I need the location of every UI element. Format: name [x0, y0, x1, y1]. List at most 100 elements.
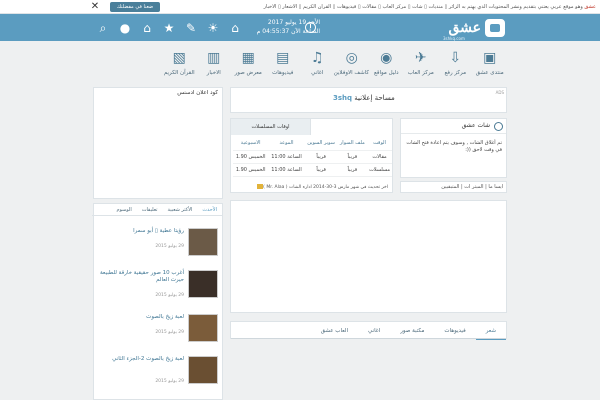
games-icon: ✈ — [414, 50, 427, 66]
post-date: 29 يوليو 2015 — [155, 379, 184, 384]
column-header: سوير السوين — [304, 137, 338, 151]
posts-sidebar: الأحدث الأكثر شعبية تعليقات الوسوم رؤيتا… — [92, 203, 223, 400]
chat-panel: شات عشق تم أغلاق الشات , وسوف يتم اعادة … — [400, 118, 507, 178]
content-area — [230, 200, 507, 313]
table-cell: قريباً — [304, 150, 338, 164]
list-item[interactable]: رؤيتا عطية ▯ أبو سمرا 29 يوليو 2015 — [95, 228, 220, 268]
schedule-table: الوقت ملف السوار سوير السوين الموعد الاس… — [233, 137, 392, 177]
schedule-footer: اخر تحديث في شهر مارس 3-30-2014 اداره ال… — [255, 184, 388, 190]
ad-banner[interactable]: ADS مساحة إعلانية 3shq — [230, 87, 507, 113]
chat-online-bar[interactable]: ايسا ما | المبتر ات | المتبقبين — [400, 181, 507, 193]
post-title[interactable]: أغرب 10 صور حقيقية خارقة للطبيعة حيرت ال… — [98, 270, 184, 284]
nav-label: الاخبار — [206, 70, 221, 76]
nav-item-songs[interactable]: ♫ اغاني — [300, 47, 335, 85]
directory-icon: ◉ — [380, 50, 393, 66]
smiley-icon — [494, 122, 503, 131]
table-cell: مقالات — [367, 150, 392, 164]
nav-item-gallery[interactable]: ▦ معرض صور — [231, 47, 266, 85]
ticker-text: وهو موقع عربي يعتني بتقديم ونشر المحتويا… — [263, 4, 583, 10]
post-title[interactable]: رؤيتا عطية ▯ أبو سمرا — [98, 228, 184, 235]
list-item[interactable]: أغرب 10 صور حقيقية خارقة للطبيعة حيرت ال… — [95, 270, 220, 310]
category-tabs: شعر فيديوهات مكتبة صور اغاني العاب عشق — [230, 321, 507, 340]
adsense-panel: كود اعلان ادسنس — [93, 87, 223, 199]
schedule-panel: اوقات المسلسلات الوقت ملف السوار سوير ال… — [230, 118, 393, 193]
nav-item-news[interactable]: ▥ الاخبار — [197, 47, 232, 85]
ad-brand-text: مساحة إعلانية 3shq — [333, 94, 395, 102]
nav-item-forum[interactable]: ▣ منتدى عشق — [473, 47, 508, 85]
ad-brand: 3shq — [333, 94, 353, 102]
table-cell: الخميس 1.90 — [233, 150, 269, 164]
settings-icon[interactable]: ✎ — [184, 21, 198, 35]
tabs-divider — [231, 338, 506, 339]
column-header: ملف السوار — [337, 137, 368, 151]
gallery-icon: ▦ — [241, 50, 255, 66]
table-cell: الساعة 11:00 — [268, 163, 305, 177]
tab-comments[interactable]: تعليقات — [137, 204, 163, 215]
post-thumbnail[interactable] — [188, 356, 218, 384]
logo-subtitle: 3shkq.com — [443, 36, 465, 41]
nav-label: اغاني — [311, 70, 324, 76]
table-cell: قريباً — [304, 163, 338, 177]
forum-icon: ▣ — [483, 50, 497, 66]
nav-label: دليل مواقع — [373, 70, 399, 76]
table-header-row: الوقت ملف السوار سوير السوين الموعد الاس… — [233, 137, 392, 151]
nav-item-directory[interactable]: ◉ دليل مواقع — [369, 47, 404, 85]
search-icon[interactable]: ⌕ — [96, 21, 110, 35]
tab-popular[interactable]: الأكثر شعبية — [163, 204, 198, 215]
home-icon[interactable]: ⌂ — [140, 21, 154, 35]
nav-item-games[interactable]: ✈ مركز العاب — [404, 47, 439, 85]
music-icon: ♫ — [310, 50, 324, 66]
table-cell: قريباً — [337, 150, 368, 164]
upload-icon: ⇩ — [449, 50, 462, 66]
add-to-favorites-button[interactable]: ضعنا في مفضلتك — [110, 2, 160, 12]
schedule-tab[interactable]: اوقات المسلسلات — [231, 119, 311, 135]
column-header: الوقت — [367, 137, 392, 151]
nav-item-offline[interactable]: ◎ كاشف الاوفلاين — [333, 47, 369, 85]
post-date: 29 يوليو 2015 — [155, 330, 184, 335]
ad-prefix: مساحة إعلانية — [354, 94, 395, 102]
post-title[interactable]: لعبة زيخ بالصوت — [98, 314, 184, 321]
nav-item-quran[interactable]: ▧ القرآن الكريم — [162, 47, 197, 85]
star-icon[interactable]: ★ — [162, 21, 176, 35]
table-cell: الخميس 1.90 — [233, 163, 269, 177]
nav-label: كاشف الاوفلاين — [333, 70, 369, 76]
top-ticker-bar: ✕ ضعنا في مفضلتك عشق وهو موقع عربي يعتني… — [0, 0, 600, 14]
ad-label: ADS — [495, 90, 504, 95]
list-item[interactable]: لعبة زيخ بالصوت 29 يوليو 2015 — [95, 314, 220, 354]
nav-item-videos[interactable]: ▤ فيديوهات — [266, 47, 301, 85]
chat-message: تم أغلاق الشات , وسوف يتم اعادة فتح الشا… — [406, 140, 502, 153]
nav-label: مركز رفع — [444, 70, 467, 76]
sun-icon[interactable]: ☀ — [206, 21, 220, 35]
nav-label: معرض صور — [234, 70, 262, 76]
post-title[interactable]: لعبة زيخ بالصوت 2-الجزء الثاني — [98, 356, 184, 363]
close-icon[interactable]: ✕ — [90, 1, 100, 12]
logo-text: عشق — [448, 20, 481, 36]
logo-mark-icon — [485, 19, 505, 37]
post-thumbnail[interactable] — [188, 314, 218, 342]
nav-label: منتدى عشق — [475, 70, 504, 76]
user-icon[interactable]: ● — [118, 21, 132, 35]
site-logo[interactable]: عشق 3shkq.com — [443, 17, 505, 41]
ad-code-text: كود اعلان ادسنس — [177, 90, 218, 96]
table-row: مسلسلات قريباً قريباً الساعة 11:00 الخمي… — [233, 163, 392, 177]
video-icon: ▤ — [276, 50, 290, 66]
post-thumbnail[interactable] — [188, 270, 218, 298]
list-item[interactable]: لعبة زيخ بالصوت 2-الجزء الثاني 29 يوليو … — [95, 356, 220, 396]
table-row: مقالات قريباً قريباً الساعة 11:00 الخميس… — [233, 150, 392, 164]
nav-item-upload[interactable]: ⇩ مركز رفع — [438, 47, 473, 85]
nav-label: مركز العاب — [407, 70, 434, 76]
table-cell: مسلسلات — [367, 163, 392, 177]
post-thumbnail[interactable] — [188, 228, 218, 256]
tab-latest[interactable]: الأحدث — [197, 204, 222, 215]
mosque-icon[interactable]: ⌂ — [228, 21, 242, 35]
tab-tags[interactable]: الوسوم — [111, 204, 136, 215]
quran-icon: ▧ — [172, 50, 186, 66]
nav-label: فيديوهات — [272, 70, 294, 76]
column-header: الموعد — [268, 137, 305, 151]
post-date: 29 يوليو 2015 — [155, 293, 184, 298]
table-cell: الساعة 11:00 — [268, 150, 305, 164]
table-cell: قريباً — [337, 163, 368, 177]
news-icon: ▥ — [207, 50, 221, 66]
header-icon-bar: ⌕ ● ⌂ ★ ✎ ☀ ⌂ — [96, 19, 242, 37]
news-ticker[interactable]: عشق وهو موقع عربي يعتني بتقديم ونشر المح… — [156, 0, 596, 14]
